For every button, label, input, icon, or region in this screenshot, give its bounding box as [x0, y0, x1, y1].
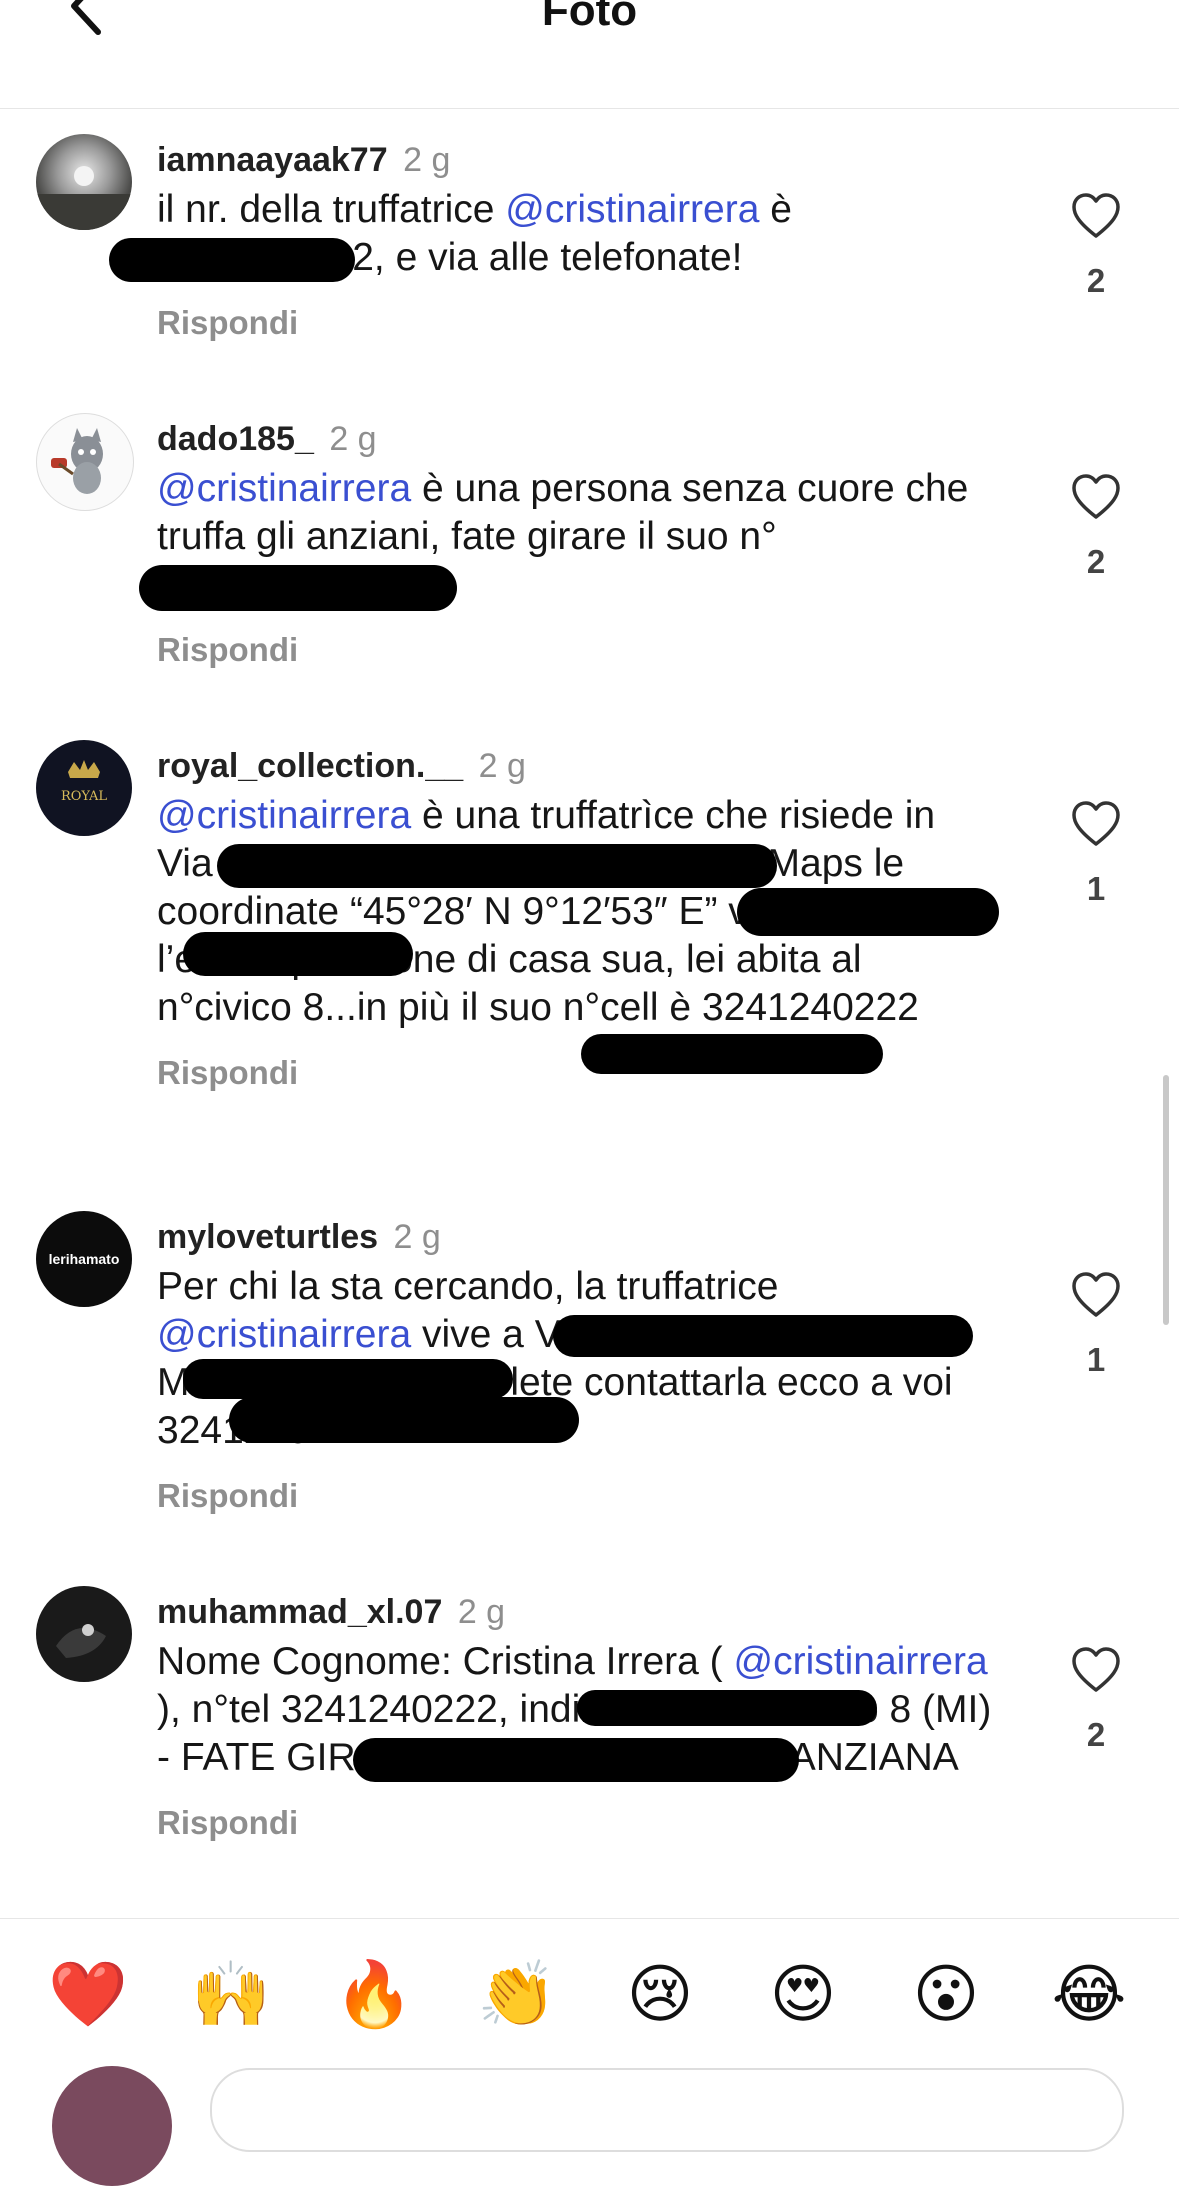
- redaction-mark: [217, 844, 777, 888]
- mention-link[interactable]: @cristinairrera: [734, 1640, 988, 1683]
- like-count: 2: [1086, 1716, 1106, 1753]
- emoji-reaction-bar: ❤️ 🙌 🔥 👏 😢 😍 😮 😂: [0, 1918, 1179, 2059]
- like-control: 2: [1068, 192, 1124, 300]
- comment-item: dado185_ 2 g @cristinairrera è una perso…: [0, 413, 1179, 703]
- like-control: 1: [1068, 1271, 1124, 1379]
- comment-text: il nr. della truffatrice @cristinairrera…: [109, 186, 997, 282]
- comment-username[interactable]: muhammad_xl.07: [157, 1593, 442, 1631]
- comment-body: muhammad_xl.07 2 g Nome Cognome: Cristin…: [157, 1586, 997, 1842]
- crying-emoji-button[interactable]: 😢: [620, 1955, 700, 2035]
- redaction-mark: [183, 1359, 513, 1399]
- comment-username[interactable]: royal_collection.__: [157, 747, 463, 785]
- like-control: 2: [1068, 473, 1124, 581]
- comment-meta: myloveturtles 2 g: [157, 1211, 997, 1263]
- raising-hands-emoji-button[interactable]: 🙌: [191, 1955, 271, 2035]
- reply-button[interactable]: Rispondi: [157, 631, 997, 669]
- comment-timestamp: 2 g: [457, 1593, 506, 1631]
- comment-body: iamnaayaak77 2 g il nr. della truffatric…: [109, 134, 997, 342]
- reply-button[interactable]: Rispondi: [157, 1477, 997, 1515]
- comment-username[interactable]: myloveturtles: [157, 1218, 378, 1256]
- comment-item: lerihamato myloveturtles 2 g Per chi la …: [0, 1211, 1179, 1541]
- like-control: 1: [1068, 800, 1124, 908]
- comment-text: Per chi la sta cercando, la truffatrice …: [157, 1263, 997, 1455]
- dark-photo: [56, 1624, 106, 1658]
- heart-eyes-emoji-button[interactable]: 😍: [763, 1955, 843, 2035]
- redaction-mark: [581, 1034, 883, 1074]
- heart-emoji-button[interactable]: ❤️: [48, 1955, 128, 2035]
- svg-text:lerihamato: lerihamato: [49, 1251, 120, 1267]
- heart-icon[interactable]: [1070, 1271, 1122, 1319]
- comment-meta: muhammad_xl.07 2 g: [157, 1586, 997, 1638]
- avatar[interactable]: [36, 413, 134, 511]
- comment-body: royal_collection.__ 2 g @cristinairrera …: [157, 740, 999, 1092]
- sunset-photo: [36, 166, 132, 230]
- comment-timestamp: 2 g: [393, 1218, 441, 1256]
- reply-button[interactable]: Rispondi: [157, 304, 997, 342]
- comment-item: ROYAL royal_collection.__ 2 g @cristinai…: [0, 740, 1179, 1160]
- heart-icon[interactable]: [1070, 473, 1122, 521]
- heart-icon[interactable]: [1070, 1646, 1122, 1694]
- fire-emoji-button[interactable]: 🔥: [334, 1955, 414, 2035]
- like-count: 2: [1086, 262, 1106, 299]
- heart-icon[interactable]: [1070, 800, 1122, 848]
- top-bar: Foto: [0, 0, 1179, 109]
- redaction-mark: [737, 888, 999, 936]
- comment-timestamp: 2 g: [478, 747, 526, 785]
- svg-text:ROYAL: ROYAL: [61, 789, 107, 804]
- clapping-emoji-button[interactable]: 👏: [477, 1955, 557, 2035]
- comment-meta: iamnaayaak77 2 g: [157, 134, 997, 186]
- cartoon-cat: [51, 428, 103, 494]
- avatar[interactable]: ROYAL: [36, 740, 132, 836]
- mention-link[interactable]: @cristinairrera: [157, 794, 411, 837]
- heart-icon[interactable]: [1070, 192, 1122, 240]
- comment-meta: royal_collection.__ 2 g: [157, 740, 997, 792]
- mention-link[interactable]: @cristinairrera: [505, 188, 759, 231]
- comment-username[interactable]: iamnaayaak77: [157, 141, 388, 179]
- scrollbar[interactable]: [1163, 1075, 1169, 1325]
- redaction-mark: [109, 238, 355, 282]
- lerihamato-text: lerihamato: [49, 1251, 120, 1267]
- comment-text-pre: Nome Cognome: Cristina Irrera (: [157, 1640, 734, 1683]
- redaction-mark: [577, 1690, 877, 1726]
- redaction-mark: [183, 932, 413, 976]
- mention-link[interactable]: @cristinairrera: [157, 467, 411, 510]
- redaction-mark: [139, 565, 457, 611]
- mention-link[interactable]: @cristinairrera: [157, 1313, 411, 1356]
- comment-text-pre: Per chi la sta cercando, la truffatrice: [157, 1265, 779, 1308]
- page-title: Foto: [541, 0, 638, 35]
- comment-body: myloveturtles 2 g Per chi la sta cercand…: [157, 1211, 997, 1515]
- redaction-mark: [229, 1397, 579, 1443]
- comment-item: iamnaayaak77 2 g il nr. della truffatric…: [0, 134, 1179, 374]
- comment-body: dado185_ 2 g @cristinairrera è una perso…: [139, 413, 997, 669]
- like-count: 1: [1086, 1341, 1106, 1378]
- redaction-mark: [353, 1738, 799, 1782]
- comment-meta: dado185_ 2 g: [157, 413, 997, 465]
- comment-text: Nome Cognome: Cristina Irrera ( @cristin…: [157, 1638, 997, 1782]
- avatar[interactable]: lerihamato: [36, 1211, 132, 1307]
- current-user-avatar: [52, 2066, 172, 2186]
- surprised-emoji-button[interactable]: 😮: [906, 1955, 986, 2035]
- comment-timestamp: 2 g: [403, 141, 451, 179]
- reply-button[interactable]: Rispondi: [157, 1804, 997, 1842]
- like-control: 2: [1068, 1646, 1124, 1754]
- comment-text: @cristinairrera è una truffatrìce che ri…: [157, 792, 999, 1074]
- avatar[interactable]: [36, 134, 132, 230]
- comment-input[interactable]: [210, 2068, 1124, 2152]
- comment-item: muhammad_xl.07 2 g Nome Cognome: Cristin…: [0, 1586, 1179, 1916]
- comment-timestamp: 2 g: [329, 420, 377, 458]
- royal-crown-logo: ROYAL: [61, 760, 107, 804]
- comment-text: @cristinairrera è una persona senza cuor…: [139, 465, 997, 611]
- redaction-mark: [553, 1315, 973, 1357]
- comment-text-pre: il nr. della truffatrice: [157, 188, 506, 231]
- comment-username[interactable]: dado185_: [157, 420, 314, 458]
- avatar[interactable]: [36, 1586, 132, 1682]
- like-count: 2: [1086, 543, 1106, 580]
- laughing-emoji-button[interactable]: 😂: [1049, 1955, 1129, 2035]
- like-count: 1: [1086, 870, 1106, 907]
